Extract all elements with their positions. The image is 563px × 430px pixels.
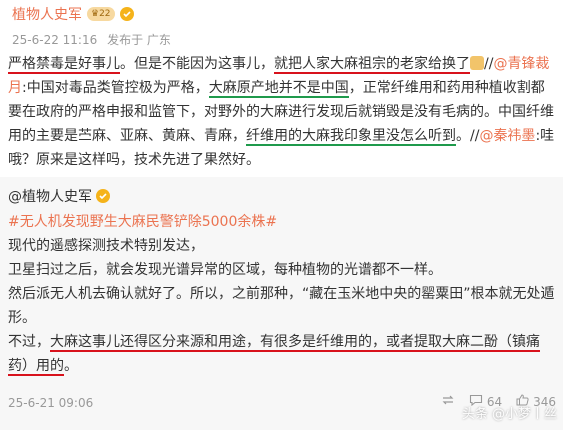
topic-hashtag[interactable]: #无人机发现野生大麻民警铲除5000余株# [8, 210, 556, 234]
repost-line: 然后派无人机去确认就好了。所以，之前那种，“藏在玉米地中央的罂粟田”根本就无处遁… [8, 286, 555, 326]
repost-body: #无人机发现野生大麻民警铲除5000余株# 现代的遥感探测技术特别发达， 卫星扫… [8, 210, 556, 378]
username[interactable]: 植物人史军 [12, 4, 82, 24]
repost-line: 现代的遥感探测技术特别发达， [8, 238, 204, 254]
post-date: 25-6-22 11:16 [12, 33, 98, 47]
text: :中国对毒品类管控极为严格， [22, 80, 209, 96]
repost-header: @植物人史军 [8, 186, 110, 206]
repost-button[interactable] [441, 394, 455, 409]
post-header: 植物人史军 ♛ 22 [12, 4, 134, 24]
verified-icon [96, 189, 110, 203]
post-location: 发布于 广东 [107, 33, 171, 47]
repost-date: 25-6-21 09:06 [8, 396, 94, 410]
text-underlined: 大麻原产地并不是中国 [208, 80, 349, 98]
text-underlined: 就把人家大麻祖宗的老家给换了 [274, 56, 470, 74]
vip-level: 22 [99, 9, 111, 19]
repost-line: 卫星扫过之后，就会发现光谱异常的区域，每种植物的光谱都不一样。 [8, 262, 442, 278]
repost-username[interactable]: @植物人史军 [8, 186, 92, 206]
post-meta: 25-6-22 11:16 发布于 广东 [12, 31, 177, 48]
mention-link[interactable]: @秦祎墨 [479, 128, 535, 144]
post-body: 严格禁毒是好事儿。但是不能因为这事儿，就把人家大麻祖宗的老家给换了//@青锋裁月… [8, 52, 556, 172]
text: 。但是不能因为这事儿， [120, 56, 274, 72]
emoji-dog-icon [470, 56, 484, 70]
text-underlined: 纤维用的大麻我印象里没怎么听到 [246, 128, 456, 146]
text: 。// [456, 128, 480, 144]
text: 不过， [8, 334, 50, 350]
original-post: 植物人史军 ♛ 22 25-6-22 11:16 发布于 广东 严格禁毒是好事儿… [0, 0, 563, 177]
repost-last-line: 不过，大麻这事儿还得区分来源和用途，有很多是纤维用的，或者提取大麻二酚（镇痛药）… [8, 330, 556, 378]
text-underlined: 严格禁毒是好事儿 [8, 56, 120, 74]
vip-crown-icon: ♛ 22 [87, 7, 115, 21]
repost-icon [441, 394, 455, 409]
text-underlined: 大麻这事儿还得区分来源和用途，有很多是纤维用的，或者提取大麻二酚（镇痛药）用的 [8, 334, 540, 376]
verified-icon [119, 7, 134, 21]
watermark: 头条 @小梦丨丝 [461, 407, 557, 422]
text: 。 [64, 358, 78, 374]
